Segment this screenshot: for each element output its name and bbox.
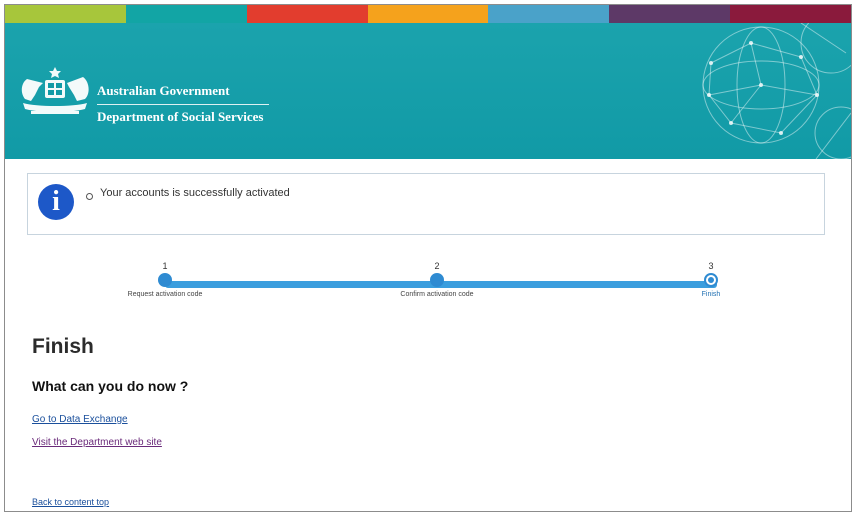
page-title: Finish — [32, 335, 94, 358]
info-icon: i — [38, 184, 74, 220]
color-band — [367, 5, 489, 23]
coat-of-arms-icon — [21, 67, 89, 114]
page-frame: Australian Government Department of Soci… — [4, 4, 852, 512]
color-band — [125, 5, 247, 23]
brand-color-strip — [5, 5, 851, 23]
success-alert: i Your accounts is successfully activate… — [27, 173, 825, 235]
visit-department-website-link[interactable]: Visit the Department web site — [32, 437, 162, 448]
step-label: Request activation code — [127, 291, 203, 298]
step-complete-marker — [158, 273, 172, 287]
step-confirm-activation-code: 2 Confirm activation code — [377, 261, 497, 298]
color-band — [5, 5, 126, 23]
back-to-top-link[interactable]: Back to content top — [32, 497, 109, 507]
color-band — [730, 5, 851, 23]
step-label: Confirm activation code — [400, 291, 474, 298]
step-number: 2 — [434, 261, 440, 271]
go-to-data-exchange-link[interactable]: Go to Data Exchange — [32, 414, 128, 425]
department-label: Department of Social Services — [97, 109, 264, 124]
step-label: Finish — [701, 291, 721, 298]
header-banner: Australian Government Department of Soci… — [5, 23, 851, 159]
section-heading: What can you do now ? — [32, 378, 189, 394]
color-band — [488, 5, 610, 23]
color-band — [246, 5, 368, 23]
organisation-name: Australian Government Department of Soci… — [97, 82, 269, 126]
step-number: 3 — [708, 261, 714, 271]
step-current-marker — [704, 273, 718, 287]
network-globe-decoration — [702, 23, 851, 159]
step-complete-marker — [430, 273, 444, 287]
step-number: 1 — [162, 261, 168, 271]
activation-progress-stepper: 1 Request activation code 2 Confirm acti… — [5, 261, 851, 321]
bullet-icon — [86, 193, 93, 200]
government-label: Australian Government — [97, 82, 269, 105]
alert-message: Your accounts is successfully activated — [100, 187, 290, 199]
step-request-activation-code: 1 Request activation code — [105, 261, 225, 298]
step-finish: 3 Finish — [651, 261, 771, 298]
color-band — [609, 5, 731, 23]
